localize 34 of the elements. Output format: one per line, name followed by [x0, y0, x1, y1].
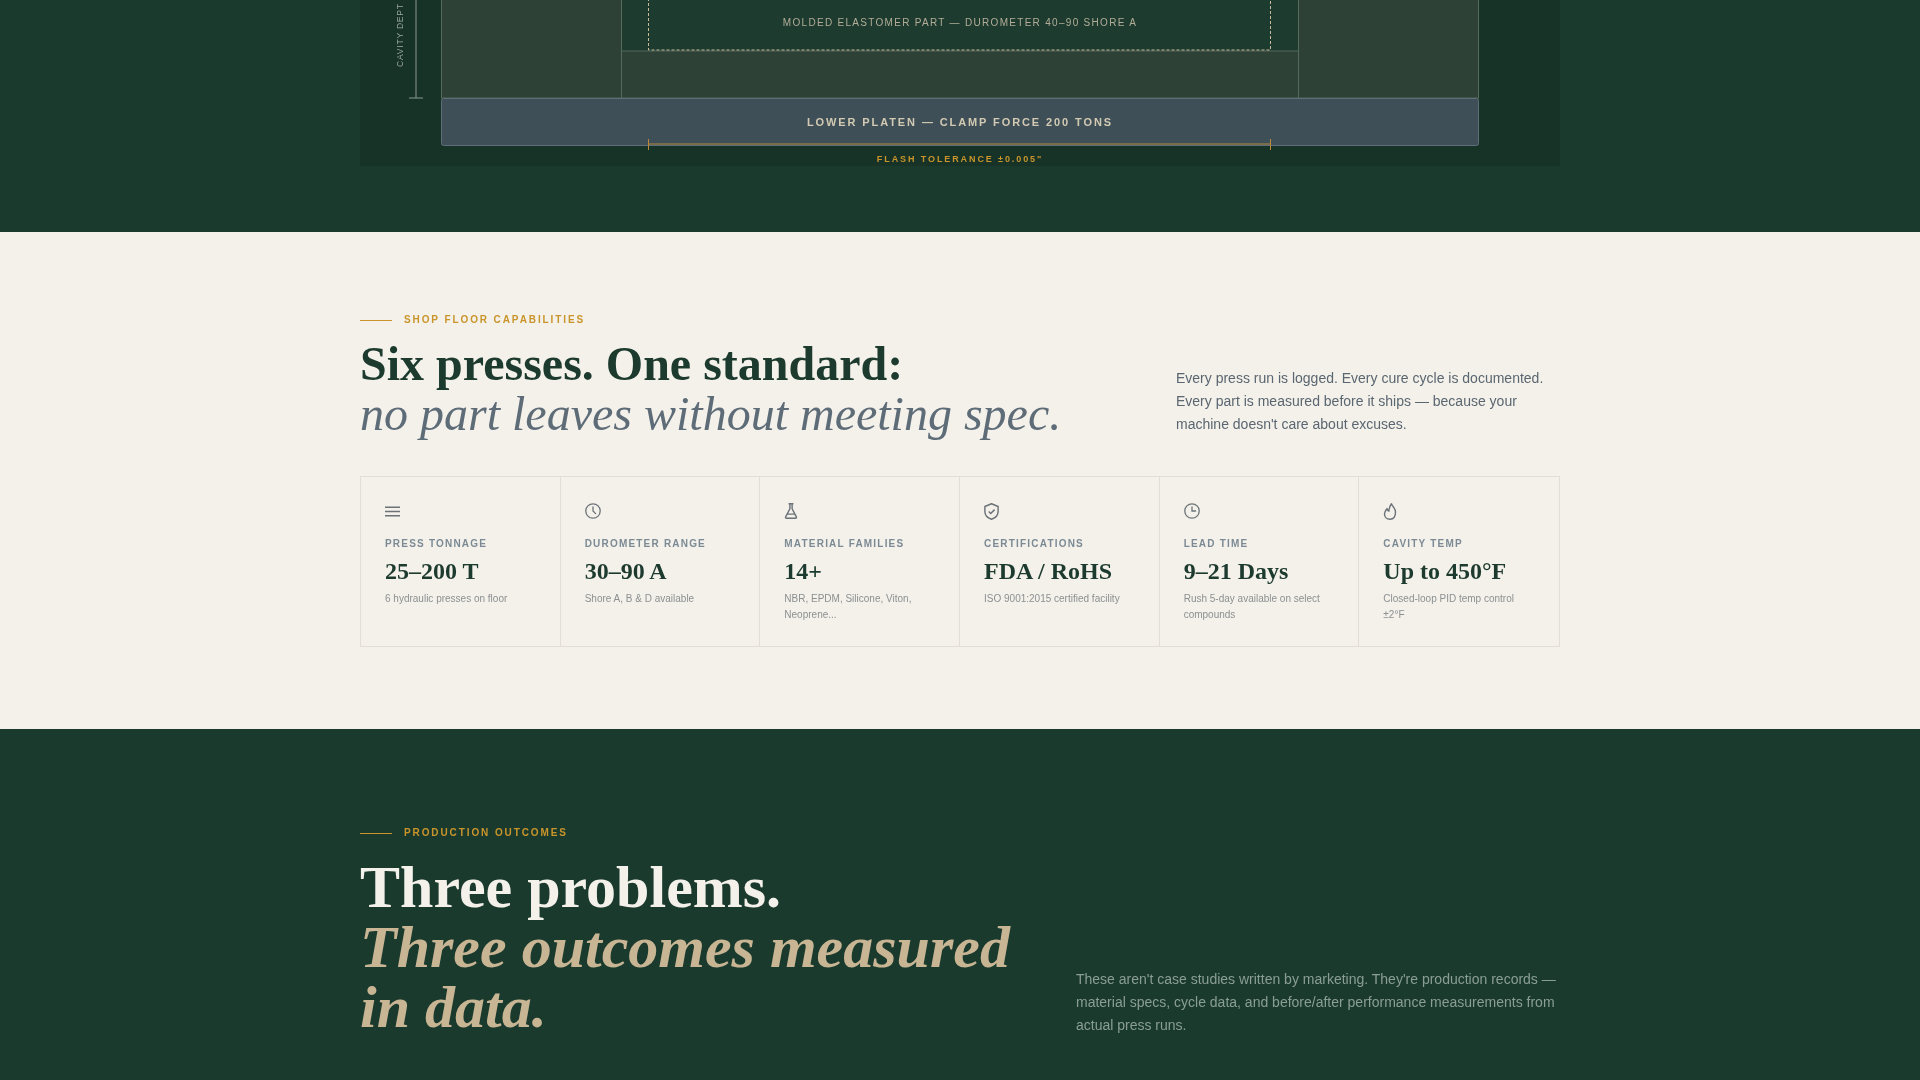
lines-icon — [385, 505, 400, 517]
card-label: CAVITY TEMP — [1383, 537, 1463, 551]
card-label: CERTIFICATIONS — [984, 537, 1084, 551]
card-detail: Rush 5-day available on select compounds — [1183, 592, 1321, 622]
card-value: FDA / RoHS — [984, 557, 1112, 585]
card-detail: Closed-loop PID temp control ±2°F — [1383, 592, 1515, 622]
section-eyebrow: SHOP FLOOR CAPABILITIES — [404, 313, 586, 327]
card-value: 9–21 Days — [1183, 557, 1289, 585]
part-label: MOLDED ELASTOMER PART — DUROMETER 40–90 SHORE A — [782, 17, 1138, 28]
gauge-icon — [584, 503, 601, 519]
card-label: MATERIAL FAMILIES — [784, 537, 905, 551]
card-detail: NBR, EPDM, Silicone, Viton, Neoprene... — [784, 592, 913, 622]
card-label: LEAD TIME — [1183, 537, 1249, 551]
clock-icon — [1183, 503, 1200, 519]
card-value: 30–90 A — [584, 557, 667, 585]
platen-label: LOWER PLATEN — CLAMP FORCE 200 TONS — [806, 116, 1114, 128]
card-value: 14+ — [784, 557, 822, 585]
flask-icon — [784, 503, 799, 519]
intro-paragraph: These aren't case studies written by marketing. They're production records — material specs, cycle data, and before/after performance measurements from actual press runs. — [1076, 970, 1557, 1035]
card-label: PRESS TONNAGE — [385, 537, 488, 551]
intro-paragraph: Every press run is logged. Every cure cycle is documented. Every part is measured before it ships — because your machine doesn't care about excuses. — [1176, 369, 1545, 434]
card-value: Up to 450°F — [1383, 557, 1507, 585]
card-detail: 6 hydraulic presses on floor — [385, 592, 508, 606]
card-detail: ISO 9001:2015 certified facility — [984, 592, 1120, 606]
card-label: DUROMETER RANGE — [584, 537, 706, 551]
tolerance-label: FLASH TOLERANCE ±0.005" — [876, 154, 1044, 164]
card-value: 25–200 T — [385, 557, 479, 585]
section-heading: Three problems. Three outcomes measured in data. — [360, 857, 1012, 1037]
shield-check-icon — [984, 502, 999, 520]
section-eyebrow: PRODUCTION OUTCOMES — [404, 826, 568, 840]
section-heading: Six presses. One standard: no part leaves without meeting spec. — [360, 339, 1063, 438]
flame-icon — [1383, 502, 1398, 520]
cavity-depth-label: CAVITY DEPT — [395, 3, 405, 67]
card-detail: Shore A, B & D available — [584, 592, 695, 606]
